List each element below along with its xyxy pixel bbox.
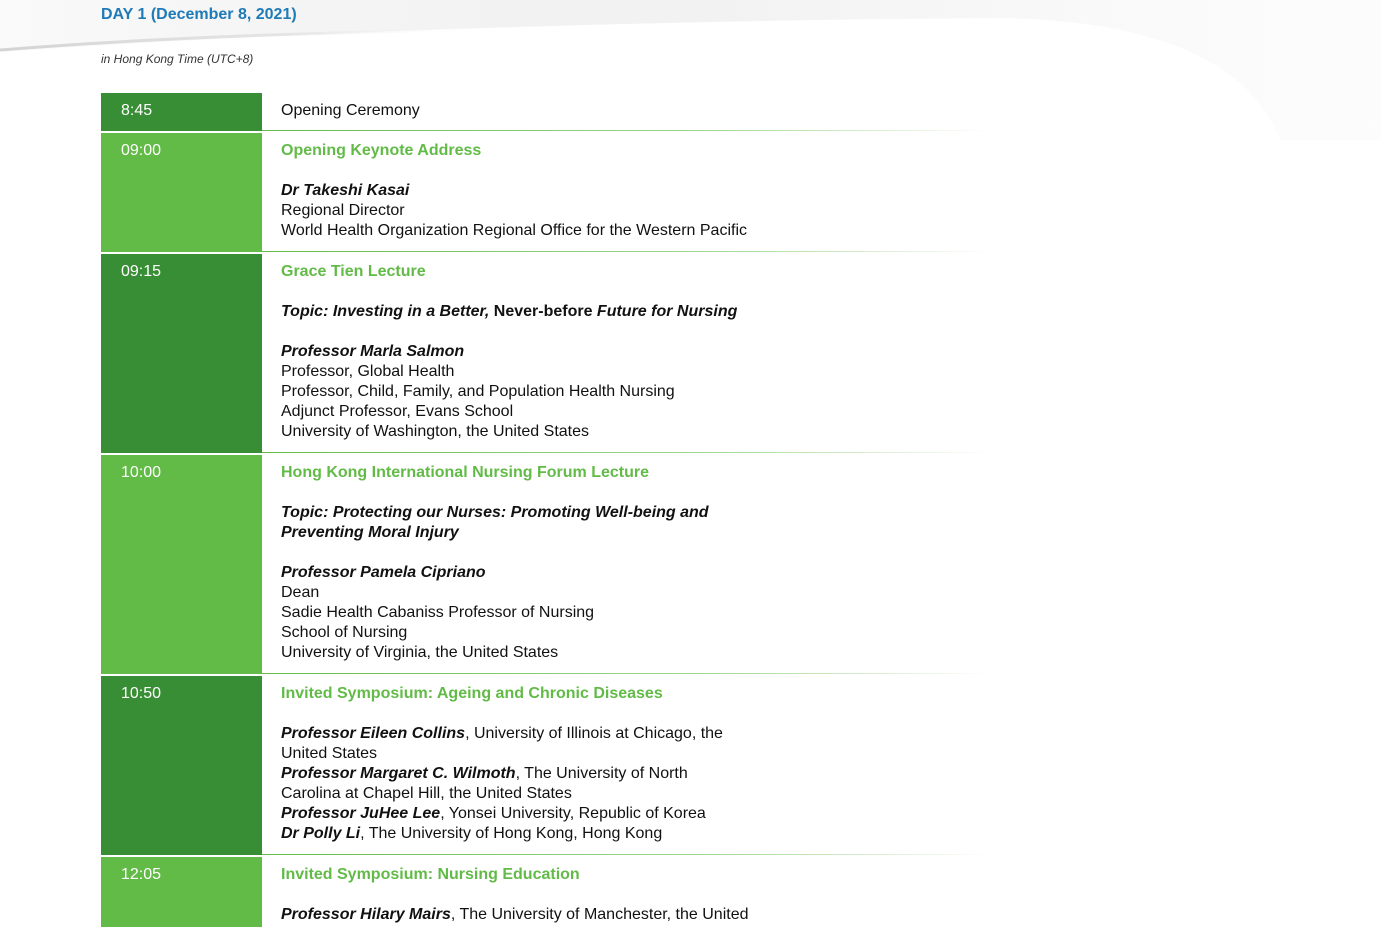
schedule-row: 09:00 Opening Keynote Address Dr Takeshi…	[101, 133, 991, 252]
speaker-detail: Sadie Health Cabaniss Professor of Nursi…	[281, 604, 595, 621]
speaker-detail: Professor, Global Health	[281, 363, 455, 380]
session-title: Invited Symposium: Ageing and Chronic Di…	[281, 685, 663, 702]
speaker-detail: Dean	[281, 584, 320, 601]
speaker-detail: Professor, Child, Family, and Population…	[281, 383, 675, 400]
symposium-speaker: Professor Hilary Mairs, The University o…	[281, 906, 749, 923]
session-title: Invited Symposium: Nursing Education	[281, 866, 580, 883]
time-cell: 8:45	[101, 93, 262, 131]
speaker-name: Professor Pamela Cipriano	[281, 564, 486, 581]
speaker-detail: School of Nursing	[281, 624, 408, 641]
day-title: DAY 1 (December 8, 2021)	[101, 6, 297, 23]
session-title: Opening Ceremony	[281, 102, 420, 119]
schedule-row: 10:50 Invited Symposium: Ageing and Chro…	[101, 676, 991, 855]
session-content: Invited Symposium: Ageing and Chronic Di…	[262, 676, 991, 855]
timezone-note: in Hong Kong Time (UTC+8)	[101, 52, 254, 66]
session-title: Hong Kong International Nursing Forum Le…	[281, 464, 649, 481]
row-divider	[262, 854, 991, 855]
session-content: Invited Symposium: Nursing Education Pro…	[262, 857, 991, 927]
schedule-row: 12:05 Invited Symposium: Nursing Educati…	[101, 857, 991, 927]
schedule-row: 10:00 Hong Kong International Nursing Fo…	[101, 455, 991, 674]
schedule-row: 09:15 Grace Tien Lecture Topic: Investin…	[101, 254, 991, 453]
symposium-speaker: Dr Polly Li, The University of Hong Kong…	[281, 825, 663, 842]
schedule-row: 8:45 Opening Ceremony	[101, 93, 991, 131]
symposium-speaker: Professor JuHee Lee, Yonsei University, …	[281, 805, 706, 822]
session-content: Hong Kong International Nursing Forum Le…	[262, 455, 991, 674]
time-cell: 10:50	[101, 676, 262, 855]
time-cell: 09:15	[101, 254, 262, 453]
row-divider	[262, 251, 991, 252]
row-divider	[262, 673, 991, 674]
session-content: Grace Tien Lecture Topic: Investing in a…	[262, 254, 991, 453]
page: DAY 1 (December 8, 2021) in Hong Kong Ti…	[0, 0, 1381, 927]
session-title: Opening Keynote Address	[281, 142, 482, 159]
symposium-speaker: Professor Eileen Collins, University of …	[281, 725, 723, 742]
speaker-detail: University of Virginia, the United State…	[281, 644, 559, 661]
session-topic: Preventing Moral Injury	[281, 524, 459, 541]
time-cell: 09:00	[101, 133, 262, 252]
schedule-table: 8:45 Opening Ceremony 09:00 Opening Keyn…	[101, 93, 991, 927]
row-divider	[262, 130, 991, 131]
symposium-speaker-affiliation: Carolina at Chapel Hill, the United Stat…	[281, 785, 572, 802]
session-content: Opening Ceremony	[262, 93, 991, 131]
session-topic: Topic: Investing in a Better, Never-befo…	[281, 303, 738, 320]
speaker-detail: World Health Organization Regional Offic…	[281, 222, 747, 239]
row-divider	[262, 452, 991, 453]
speaker-name: Professor Marla Salmon	[281, 343, 465, 360]
speaker-detail: Adjunct Professor, Evans School	[281, 403, 514, 420]
speaker-detail: Regional Director	[281, 202, 405, 219]
speaker-detail: University of Washington, the United Sta…	[281, 423, 589, 440]
session-topic: Topic: Protecting our Nurses: Promoting …	[281, 504, 709, 521]
symposium-speaker-affiliation: United States	[281, 745, 378, 762]
session-content: Opening Keynote Address Dr Takeshi Kasai…	[262, 133, 991, 252]
time-cell: 12:05	[101, 857, 262, 927]
session-title: Grace Tien Lecture	[281, 263, 426, 280]
speaker-name: Dr Takeshi Kasai	[281, 182, 410, 199]
time-cell: 10:00	[101, 455, 262, 674]
symposium-speaker: Professor Margaret C. Wilmoth, The Unive…	[281, 765, 688, 782]
